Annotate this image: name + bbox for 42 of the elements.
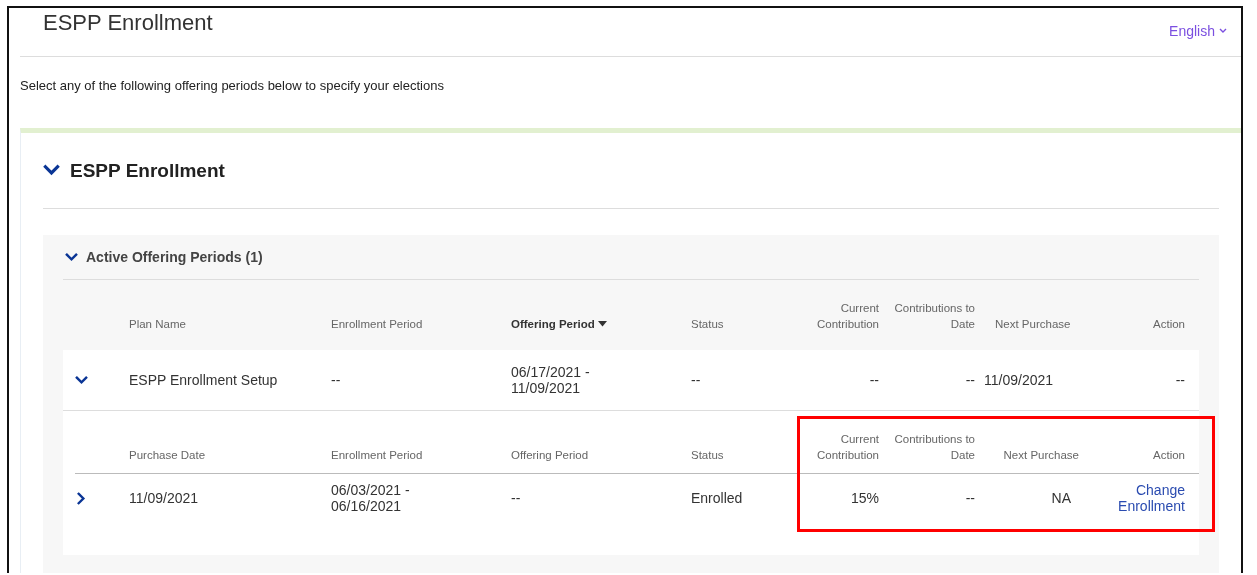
column-header: Enrollment Period	[331, 448, 424, 463]
column-header[interactable]: Action	[1079, 316, 1185, 332]
table-cell-text: --	[868, 372, 879, 388]
column-header[interactable]: Plan Name	[129, 316, 331, 332]
table-cell-text: Enrolled	[691, 490, 744, 506]
table-cell-text: 06/17/2021 - 11/09/2021	[511, 364, 591, 396]
change-enrollment-link[interactable]: Change Enrollment	[1079, 482, 1185, 514]
table-cell-text: 11/09/2021	[983, 372, 1055, 388]
group-title: Active Offering Periods (1)	[86, 249, 263, 265]
chevron-down-icon[interactable]	[65, 250, 78, 264]
table-cell-text: --	[964, 372, 975, 388]
section-title: ESPP Enrollment	[70, 159, 225, 182]
page-title: ESPP Enrollment	[43, 10, 213, 36]
chevron-down-icon	[1219, 28, 1227, 34]
column-header: Status	[691, 448, 725, 463]
table-cell-text: --	[331, 372, 342, 388]
language-dropdown[interactable]: English	[1169, 23, 1227, 39]
table-cell-text: NA	[1050, 490, 1072, 506]
column-header: Next Purchase	[1002, 448, 1079, 463]
column-header[interactable]: Offering Period	[511, 316, 691, 332]
table-cell-text: --	[691, 372, 702, 388]
column-header[interactable]: Enrollment Period	[331, 316, 511, 332]
column-header[interactable]: Current Contribution	[787, 300, 879, 332]
sort-caret-icon	[597, 321, 607, 327]
table-cell-text: --	[964, 490, 975, 506]
table-cell-text: --	[1174, 372, 1185, 388]
column-header: Action	[1152, 448, 1185, 463]
column-header: Current Contribution	[816, 432, 879, 463]
chevron-down-icon[interactable]	[75, 373, 88, 387]
column-header[interactable]: Status	[691, 316, 787, 332]
instruction-text: Select any of the following offering periods below to specify your elections	[20, 78, 445, 93]
table-cell-text: ESPP Enrollment Setup	[129, 372, 279, 388]
column-header: Offering Period	[511, 448, 590, 463]
table-cell-text: --	[511, 490, 522, 506]
table-cell-text: 11/09/2021	[129, 490, 200, 506]
table-cell-text: 15%	[849, 490, 879, 506]
column-header[interactable]: Contributions to Date	[879, 300, 975, 332]
column-header[interactable]: Next Purchase	[975, 316, 1079, 332]
table-cell-text: 06/03/2021 - 06/16/2021	[331, 482, 411, 514]
column-header: Contributions to Date	[893, 432, 975, 463]
column-header: Purchase Date	[129, 448, 207, 463]
chevron-right-icon[interactable]	[75, 491, 88, 505]
